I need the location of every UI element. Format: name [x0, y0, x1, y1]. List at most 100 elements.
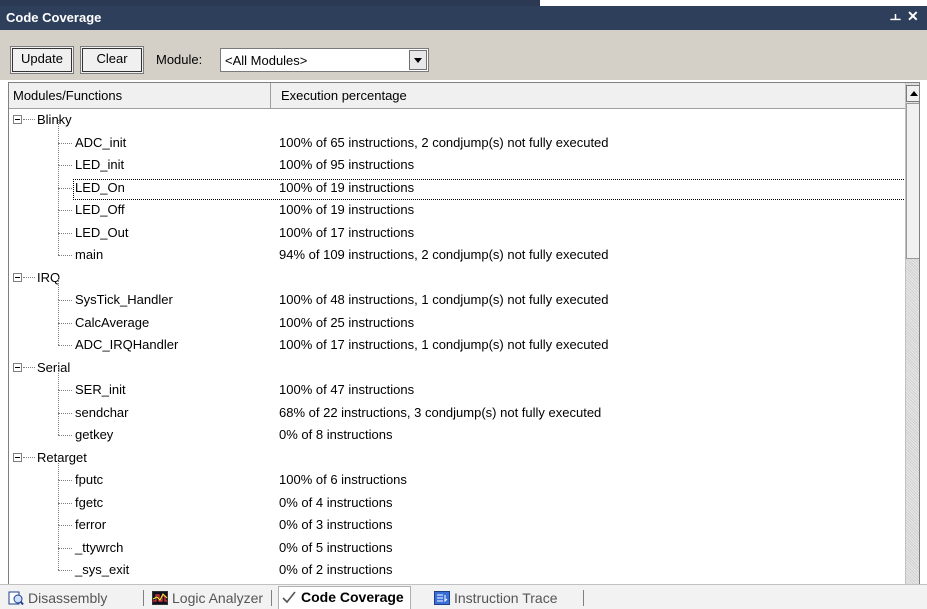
scroll-up-button[interactable] — [906, 85, 919, 102]
tree-function-row[interactable]: LED_init 100% of 95 instructions — [9, 142, 905, 177]
function-name: fputc — [75, 472, 104, 487]
group-name: Serial — [37, 359, 71, 375]
tree-connector — [58, 277, 59, 300]
execution-percentage: 100% of 19 instructions — [279, 202, 415, 217]
tree-group-row[interactable]: Retarget — [9, 447, 905, 470]
tree-group-row[interactable]: Serial — [9, 357, 905, 380]
tree-connector — [58, 389, 59, 413]
tree-connector — [58, 479, 59, 503]
tab-separator — [271, 590, 272, 606]
collapse-icon[interactable] — [13, 362, 22, 372]
bottom-tab-bar: Disassembly Logic Analyzer Code Coverage… — [0, 584, 927, 609]
tree-function-row[interactable]: LED_Off 100% of 19 instructions — [9, 187, 905, 222]
tree-connector — [58, 164, 59, 188]
function-name: SER_init — [75, 382, 126, 397]
tree-group-row[interactable]: IRQ — [9, 267, 905, 290]
module-dropdown-button[interactable] — [409, 50, 427, 70]
vertical-scrollbar[interactable] — [905, 83, 919, 604]
function-name: _sys_exit — [75, 562, 130, 577]
function-name: sendchar — [75, 404, 129, 420]
module-select[interactable]: <All Modules> — [220, 48, 429, 72]
scroll-thumb[interactable] — [906, 103, 919, 259]
tree-connector — [58, 165, 72, 166]
tree-function-row[interactable]: main 94% of 109 instructions, 2 condjump(… — [9, 232, 905, 267]
logic-analyzer-icon — [152, 591, 168, 605]
column-header-execution[interactable]: Execution percentage — [271, 83, 905, 108]
tab-instruction-trace[interactable]: Instruction Trace — [432, 588, 558, 609]
execution-percentage: 68% of 22 instructions, 3 condjump(s) no… — [279, 404, 602, 420]
chevron-down-icon — [414, 58, 422, 63]
tree-connector — [58, 412, 59, 435]
tree-connector — [23, 456, 35, 458]
column-header-modules[interactable]: Modules/Functions — [9, 83, 271, 108]
function-name: LED_On — [75, 179, 125, 195]
execution-percentage: 0% of 2 instructions — [279, 562, 393, 577]
tree-connector — [58, 142, 72, 144]
function-name: getkey — [75, 427, 114, 442]
panel-title: Code Coverage — [6, 10, 102, 25]
tree-connector — [58, 480, 72, 481]
tab-code-coverage[interactable]: Code Coverage — [278, 586, 411, 609]
tree-connector — [58, 299, 59, 323]
disassembly-icon — [8, 591, 24, 606]
close-icon[interactable]: ✕ — [907, 8, 919, 25]
tree-connector — [58, 187, 72, 189]
collapse-icon[interactable] — [13, 115, 22, 124]
execution-percentage: 0% of 5 instructions — [279, 539, 393, 555]
tree-function-row[interactable]: LED_On 100% of 19 instructions — [9, 164, 908, 199]
tree-connector — [23, 276, 35, 278]
clear-button[interactable]: Clear — [80, 46, 144, 74]
tree-connector — [23, 366, 35, 368]
tree-function-row[interactable]: SER_init 100% of 47 instructions — [9, 367, 905, 402]
tree-connector — [58, 255, 72, 256]
tree-group-row[interactable]: Blinky — [9, 109, 905, 132]
tree-connector — [58, 457, 59, 480]
execution-percentage: 0% of 4 instructions — [279, 494, 393, 510]
tree-function-row[interactable]: CalcAverage 100% of 25 instructions — [9, 299, 905, 335]
tree-function-row[interactable]: fgetc 0% of 4 instructions — [9, 479, 905, 515]
list-header: Modules/Functions Execution percentage — [9, 83, 905, 109]
tree-connector — [58, 390, 72, 391]
tree-connector — [58, 547, 59, 570]
update-button[interactable]: Update — [10, 46, 74, 74]
execution-percentage: 100% of 17 instructions — [279, 224, 415, 240]
tree-function-row[interactable]: fputc 100% of 6 instructions — [9, 457, 905, 492]
tree-function-row[interactable]: _ttywrch 0% of 5 instructions — [9, 524, 905, 560]
toolbar: Update Clear Module: <All Modules> — [0, 30, 927, 80]
arrow-up-icon — [910, 91, 918, 96]
function-name: fgetc — [75, 494, 104, 510]
tree-connector — [58, 367, 59, 390]
code-coverage-icon — [282, 591, 296, 604]
tree-function-row[interactable]: getkey 0% of 8 instructions — [9, 412, 905, 447]
tree-connector — [58, 210, 72, 211]
tab-logic-analyzer-label: Logic Analyzer — [172, 590, 264, 606]
execution-percentage: 100% of 25 instructions — [279, 314, 415, 330]
tree-function-row[interactable]: ADC_init 100% of 65 instructions, 2 condj… — [9, 119, 905, 155]
panel-title-bar: Code Coverage ㅗ ✕ — [0, 6, 927, 30]
tab-disassembly[interactable]: Disassembly — [6, 588, 107, 609]
tree-connector — [23, 119, 35, 120]
coverage-tree-list[interactable]: Modules/Functions Execution percentage B… — [8, 82, 920, 605]
tree-connector — [58, 502, 72, 504]
tab-logic-analyzer[interactable]: Logic Analyzer — [150, 588, 263, 609]
group-name: Retarget — [37, 449, 87, 465]
tree-function-row[interactable]: LED_Out 100% of 17 instructions — [9, 209, 905, 245]
tree-connector — [58, 502, 59, 525]
function-name: SysTick_Handler — [75, 292, 173, 307]
tab-separator — [143, 590, 144, 606]
tree-function-row[interactable]: ferror 0% of 3 instructions — [9, 502, 905, 537]
collapse-icon[interactable] — [13, 272, 22, 282]
function-name: ADC_init — [75, 134, 127, 150]
tree-connector — [58, 345, 72, 346]
collapse-icon[interactable] — [13, 452, 22, 462]
function-name: LED_Off — [75, 202, 125, 217]
tree-function-row[interactable]: ADC_IRQHandler 100% of 17 instructions, 1… — [9, 322, 905, 357]
tree-function-row[interactable]: sendchar 68% of 22 instructions, 3 condju… — [9, 389, 905, 425]
pin-icon[interactable]: ㅗ — [890, 9, 901, 26]
function-name: ferror — [75, 517, 107, 532]
tree-connector — [58, 322, 72, 324]
tab-separator — [583, 590, 584, 606]
tree-connector — [58, 570, 72, 571]
tree-function-row[interactable]: SysTick_Handler 100% of 48 instructions, … — [9, 277, 905, 312]
tree-function-row[interactable]: _sys_exit 0% of 2 instructions — [9, 547, 905, 582]
